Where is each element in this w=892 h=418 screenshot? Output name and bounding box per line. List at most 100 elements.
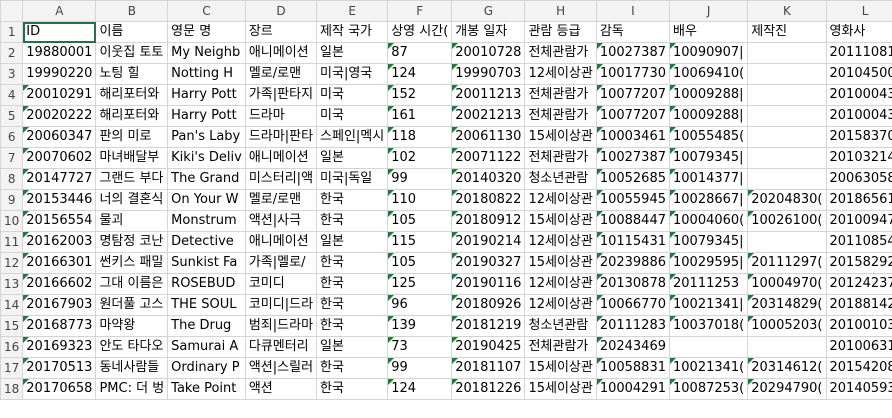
cell-f8[interactable]: 99 <box>387 168 453 190</box>
cell-c2[interactable]: My Neighb <box>167 42 246 64</box>
cell-i4[interactable]: 10077207 <box>595 84 671 106</box>
cell-e12[interactable]: 한국 <box>316 252 389 274</box>
cell-h17[interactable]: 15세이상관 <box>524 357 597 379</box>
cell-f4[interactable]: 152 <box>387 84 453 106</box>
cell-a3[interactable]: 19990220 <box>22 63 97 85</box>
cell-i6[interactable]: 10003461 <box>595 126 671 148</box>
cell-g16[interactable]: 20190425 <box>451 336 526 358</box>
cell-k18[interactable]: 20294790( <box>747 378 827 400</box>
cell-e4[interactable]: 미국 <box>316 84 389 106</box>
cell-h12[interactable]: 15세이상관 <box>524 252 597 274</box>
row-header[interactable]: 4 <box>0 84 24 106</box>
cell-c18[interactable]: Take Point <box>167 378 246 400</box>
cell-g14[interactable]: 20180926 <box>451 294 526 316</box>
row-header[interactable]: 10 <box>0 210 24 232</box>
cell-h5[interactable]: 전체관람가 <box>524 105 597 127</box>
cell-k9[interactable]: 20204830( <box>747 189 827 211</box>
cell-a12[interactable]: 20166301 <box>22 252 97 274</box>
cell-h7[interactable]: 전체관람가 <box>524 147 597 169</box>
cell-g17[interactable]: 20181107 <box>451 357 526 379</box>
cell-h16[interactable]: 전체관람가 <box>524 336 597 358</box>
row-header[interactable]: 3 <box>0 63 24 85</box>
cell-d17[interactable]: 액션|스릴러 <box>244 357 318 379</box>
cell-l16[interactable]: 20100631( <box>825 336 892 358</box>
cell-f5[interactable]: 161 <box>387 105 453 127</box>
cell-k12[interactable]: 20111297( <box>747 252 827 274</box>
cell-f13[interactable]: 125 <box>387 273 453 295</box>
cell-d8[interactable]: 미스터리|액 <box>244 168 318 190</box>
cell-c8[interactable]: The Grand <box>167 168 246 190</box>
cell-a16[interactable]: 20169323 <box>22 336 97 358</box>
cell-l12[interactable]: 20158292( <box>825 252 892 274</box>
cell-i3[interactable]: 10017730 <box>595 63 671 85</box>
cell-e8[interactable]: 미국|독일 <box>316 168 389 190</box>
cell-c9[interactable]: On Your W <box>167 189 246 211</box>
cell-e10[interactable]: 한국 <box>316 210 389 232</box>
cell-l5[interactable]: 20100043( <box>825 105 892 127</box>
cell-i7[interactable]: 10027387 <box>595 147 671 169</box>
cell-b1[interactable]: 이름 <box>95 21 169 43</box>
cell-g2[interactable]: 20010728 <box>451 42 526 64</box>
cell-g10[interactable]: 20180912 <box>451 210 526 232</box>
cell-f15[interactable]: 139 <box>387 315 453 337</box>
cell-c7[interactable]: Kiki's Deliv <box>167 147 246 169</box>
cell-i2[interactable]: 10027387 <box>595 42 671 64</box>
row-header[interactable]: 8 <box>0 168 24 190</box>
cell-l3[interactable]: 20104500( <box>825 63 892 85</box>
cell-f12[interactable]: 105 <box>387 252 453 274</box>
cell-i10[interactable]: 10088447 <box>595 210 671 232</box>
cell-l11[interactable]: 20110854( <box>825 231 892 253</box>
cell-j13[interactable]: 20111253 <box>668 273 749 295</box>
cell-i14[interactable]: 10066770 <box>595 294 671 316</box>
cell-l9[interactable]: 20186561( <box>825 189 892 211</box>
cell-l8[interactable]: 20063058( <box>825 168 892 190</box>
cell-d9[interactable]: 멜로/로맨 <box>244 189 318 211</box>
cell-h3[interactable]: 12세이상관 <box>524 63 597 85</box>
cell-a1[interactable]: ID <box>22 21 97 43</box>
column-header-i[interactable]: I <box>595 0 671 22</box>
cell-d12[interactable]: 가족|멜로/ <box>244 252 318 274</box>
cell-k10[interactable]: 10026100( <box>747 210 827 232</box>
cell-a10[interactable]: 20156554 <box>22 210 97 232</box>
cell-h8[interactable]: 청소년관람 <box>524 168 597 190</box>
cell-g12[interactable]: 20190327 <box>451 252 526 274</box>
cell-k6[interactable] <box>747 126 827 148</box>
cell-j12[interactable]: 10029595| <box>668 252 749 274</box>
cell-e14[interactable]: 한국 <box>316 294 389 316</box>
cell-d6[interactable]: 드라마|판타 <box>244 126 318 148</box>
cell-a18[interactable]: 20170658 <box>22 378 97 400</box>
cell-a13[interactable]: 20166602 <box>22 273 97 295</box>
cell-k14[interactable]: 20314829( <box>747 294 827 316</box>
cell-g4[interactable]: 20011213 <box>451 84 526 106</box>
cell-g8[interactable]: 20140320 <box>451 168 526 190</box>
cell-l14[interactable]: 20188142( <box>825 294 892 316</box>
cell-h15[interactable]: 청소년관람 <box>524 315 597 337</box>
cell-f10[interactable]: 105 <box>387 210 453 232</box>
cell-g5[interactable]: 20021213 <box>451 105 526 127</box>
cell-a9[interactable]: 20153446 <box>22 189 97 211</box>
cell-k2[interactable] <box>747 42 827 64</box>
cell-l13[interactable]: 20124237( <box>825 273 892 295</box>
cell-b8[interactable]: 그랜드 부다 <box>95 168 169 190</box>
cell-c12[interactable]: Sunkist Fa <box>167 252 246 274</box>
cell-j3[interactable]: 10069410( <box>668 63 749 85</box>
cell-e7[interactable]: 일본 <box>316 147 389 169</box>
cell-k8[interactable] <box>747 168 827 190</box>
cell-d5[interactable]: 드라마 <box>244 105 318 127</box>
cell-c15[interactable]: The Drug <box>167 315 246 337</box>
cell-c5[interactable]: Harry Pott <box>167 105 246 127</box>
cell-g9[interactable]: 20180822 <box>451 189 526 211</box>
cell-c6[interactable]: Pan's Laby <box>167 126 246 148</box>
cell-j10[interactable]: 10004060( <box>668 210 749 232</box>
column-header-k[interactable]: K <box>747 0 827 22</box>
cell-i11[interactable]: 10115431 <box>595 231 671 253</box>
cell-c10[interactable]: Monstrum <box>167 210 246 232</box>
cell-a2[interactable]: 19880001 <box>22 42 97 64</box>
column-header-j[interactable]: J <box>668 0 749 22</box>
cell-j16[interactable] <box>668 336 749 358</box>
cell-i17[interactable]: 10058831 <box>595 357 671 379</box>
cell-e15[interactable]: 한국 <box>316 315 389 337</box>
cell-j5[interactable]: 10009288| <box>668 105 749 127</box>
cell-f16[interactable]: 73 <box>387 336 453 358</box>
cell-a11[interactable]: 20162003 <box>22 231 97 253</box>
